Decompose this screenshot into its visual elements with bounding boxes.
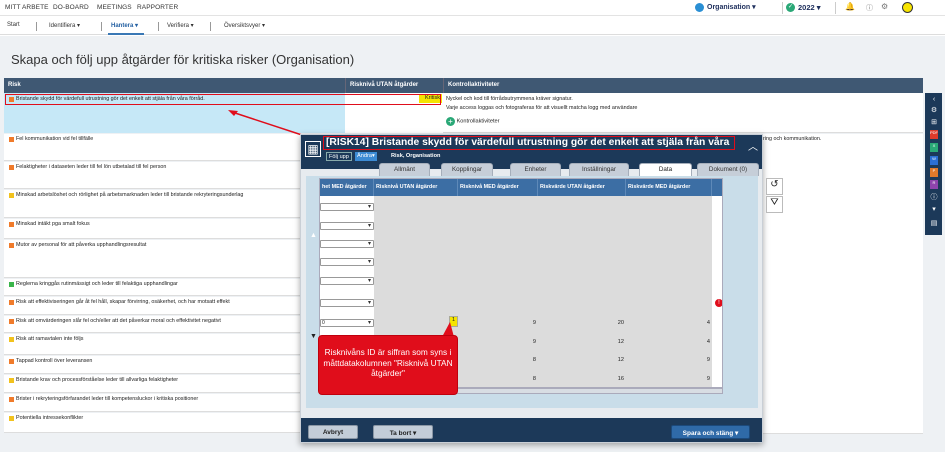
grid-header[interactable]: het MED åtgärder xyxy=(320,179,374,196)
modal-subtitle: Risk, Organisation xyxy=(391,153,441,159)
scroll-down-icon[interactable]: ▼ xyxy=(310,333,317,340)
grid-dropdown[interactable] xyxy=(320,203,374,211)
history-icon[interactable]: ↺ xyxy=(766,178,783,195)
grid-dropdown[interactable]: 0 xyxy=(320,319,374,327)
collapse-icon[interactable]: ︿ xyxy=(748,138,758,153)
follow-up-button[interactable]: Följ upp xyxy=(326,152,352,161)
filter-icon[interactable]: ⛛ xyxy=(766,196,783,213)
tab-installningar[interactable]: Inställningar xyxy=(569,163,629,176)
tab-data[interactable]: Data xyxy=(639,163,692,176)
grid-header[interactable]: Riskvärde MED åtgärder xyxy=(626,179,712,196)
grid-dropdown[interactable] xyxy=(320,299,374,307)
scroll-up-icon[interactable]: ▲ xyxy=(310,232,317,239)
modal-title: [RISK14] Bristande skydd för värdefull u… xyxy=(326,137,730,148)
building-icon: ▦ xyxy=(305,141,321,157)
save-close-button[interactable]: Spara och stäng ▾ xyxy=(671,425,750,439)
edit-button[interactable]: Ändra▾ xyxy=(355,152,377,161)
grid-dropdown[interactable] xyxy=(320,240,374,248)
annotation-callout: Risknivåns ID är siffran som syns i mått… xyxy=(318,335,458,395)
grid-header[interactable]: Risknivå UTAN åtgärder xyxy=(374,179,458,196)
tab-dokument[interactable]: Dokument (0) xyxy=(697,163,759,176)
grid-header[interactable]: Riskvärde UTAN åtgärder xyxy=(538,179,626,196)
tab-allmant[interactable]: Allmänt xyxy=(379,163,430,176)
grid-dropdown[interactable] xyxy=(320,277,374,285)
tab-kopplingar[interactable]: Kopplingar xyxy=(441,163,493,176)
cancel-button[interactable]: Avbryt xyxy=(308,425,358,439)
grid-header[interactable]: Risknivå MED åtgärder xyxy=(458,179,538,196)
grid-dropdown[interactable] xyxy=(320,222,374,230)
delete-button[interactable]: Ta bort ▾ xyxy=(373,425,433,439)
tab-enheter[interactable]: Enheter xyxy=(510,163,561,176)
warning-icon: ! xyxy=(715,299,722,307)
grid-dropdown[interactable] xyxy=(320,258,374,266)
